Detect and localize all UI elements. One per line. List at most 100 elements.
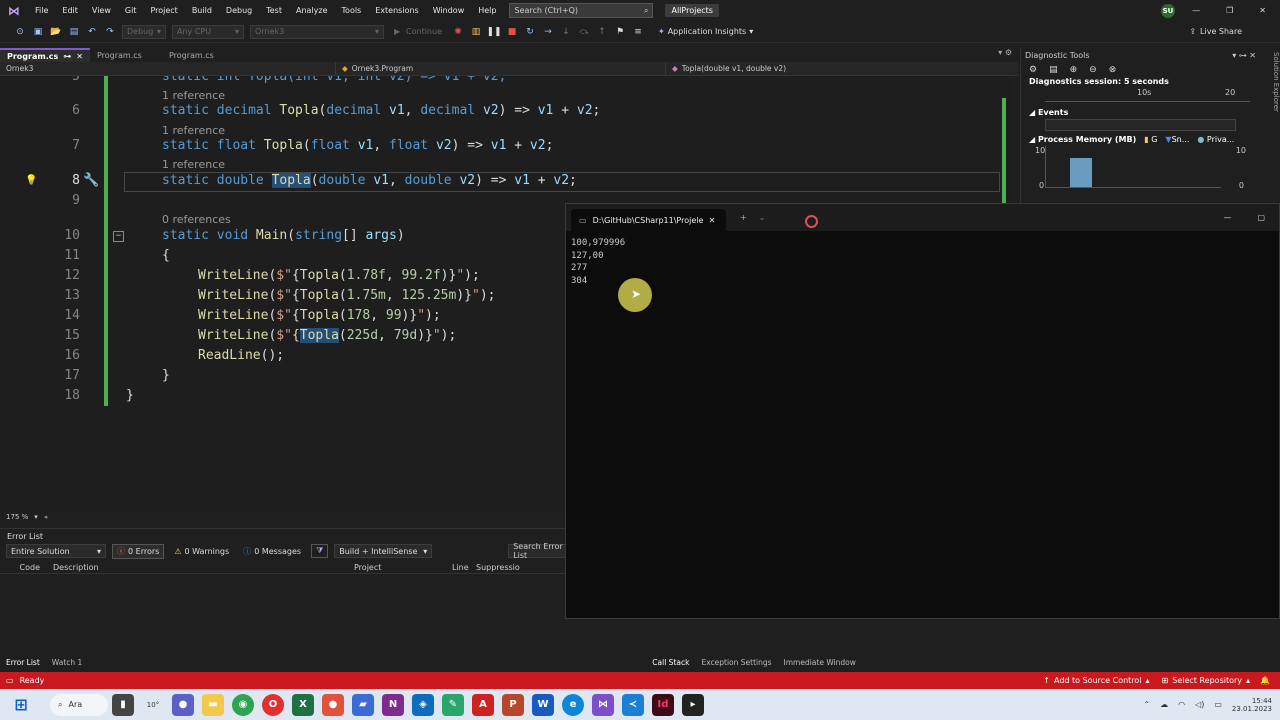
windows-start-icon[interactable]: ⊞ [10,694,32,716]
codelens-reference[interactable]: 1 reference [162,89,225,102]
step-into-icon[interactable]: ↓ [560,26,572,38]
folder-app-icon[interactable]: ▰ [352,693,374,716]
console-window[interactable]: ▭ D:\GitHub\CSharp11\Projeleri ✕ + ⌄ — ▢… [565,203,1280,619]
redo-icon[interactable]: ↷ [104,26,116,38]
menu-debug[interactable]: Debug [219,6,259,15]
column-line[interactable]: Line [452,563,476,572]
taskbar-search[interactable]: ⌕ Ara [50,693,108,716]
menu-file[interactable]: File [28,6,55,15]
tab-program-cs-active[interactable]: Program.cs ⊶ ✕ [0,48,90,62]
minimize-icon[interactable]: — [1223,213,1231,222]
collapse-icon[interactable]: − [113,231,124,242]
tab-exception-settings[interactable]: Exception Settings [695,658,777,667]
new-item-icon[interactable]: ▣ [32,26,44,38]
column-description[interactable]: Description [43,563,354,572]
warnings-filter-button[interactable]: ⚠ 0 Warnings [170,546,233,557]
new-tab-icon[interactable]: + [740,213,747,222]
show-next-statement-icon[interactable]: → [542,26,554,38]
vscode-icon[interactable]: ≺ [622,693,644,716]
zoom-in-icon[interactable]: ⊕ [1070,65,1078,75]
file-explorer-icon[interactable]: ▬ [202,693,224,716]
select-tools-icon[interactable]: ▤ [1049,65,1058,75]
menu-project[interactable]: Project [143,6,184,15]
screwdriver-icon[interactable]: 🔧 [83,173,99,188]
build-filter-dropdown[interactable]: Build + IntelliSense ▾ [334,544,433,558]
zoom-level[interactable]: 175 % [6,513,28,521]
comment-icon[interactable]: ≡ [632,26,644,38]
pause-icon[interactable]: ❚❚ [486,26,501,38]
onedrive-icon[interactable]: ☁ [1160,700,1168,709]
codelens-reference[interactable]: 1 reference [162,158,225,171]
codelens-reference[interactable]: 1 reference [162,124,225,137]
menu-analyze[interactable]: Analyze [289,6,335,15]
close-icon[interactable]: ✕ [709,216,716,225]
continue-button[interactable]: ▶ Continue [390,25,446,39]
console-tab[interactable]: ▭ D:\GitHub\CSharp11\Projeleri ✕ [571,209,726,231]
project-nav-dropdown[interactable]: Ornek3 [0,62,336,75]
task-view-icon[interactable]: ▮ [112,693,134,716]
wifi-icon[interactable]: ◠ [1178,700,1185,709]
collapse-icon[interactable]: ◢ [1029,135,1038,144]
menu-git[interactable]: Git [118,6,144,15]
acrobat-icon[interactable]: A [472,693,494,716]
tab-watch-1[interactable]: Watch 1 [46,658,89,667]
restart-icon[interactable]: ↻ [524,26,536,38]
notepad-icon[interactable]: ✎ [442,693,464,716]
startup-project-dropdown[interactable]: Ornek3 ▾ [250,24,384,39]
live-share-button[interactable]: ⇪ Live Share [1189,27,1242,36]
class-nav-dropdown[interactable]: ◆ Ornek3.Program [336,62,666,75]
security-app-icon[interactable]: ◈ [412,693,434,716]
tab-program-cs-3[interactable]: Program.cs [162,48,221,62]
column-suppression[interactable]: Suppressio [476,563,520,572]
opera-icon[interactable]: O [262,693,284,716]
lightbulb-icon[interactable]: 💡 [25,175,37,186]
column-project[interactable]: Project [354,563,452,572]
scope-dropdown[interactable]: Entire Solution ▾ [6,544,106,558]
configuration-dropdown[interactable]: Debug ▾ [122,24,166,39]
menu-tools[interactable]: Tools [335,6,369,15]
volume-icon[interactable]: ◁) [1195,700,1204,709]
scroll-left-icon[interactable]: ◂ [44,513,48,521]
menu-extensions[interactable]: Extensions [368,6,425,15]
excel-icon[interactable]: X [292,693,314,716]
undo-icon[interactable]: ↶ [86,26,98,38]
column-code[interactable]: Code [0,563,43,572]
browse-icon[interactable]: ▥ [470,26,482,38]
events-track[interactable] [1045,119,1236,131]
avatar[interactable]: SU [1161,4,1175,18]
chevron-up-icon[interactable]: ⌃ [1143,700,1150,709]
select-repository-button[interactable]: ⊞ Select Repository ▴ [1162,676,1250,685]
chevron-down-icon[interactable]: ⌄ [759,213,766,222]
indesign-icon[interactable]: Id [652,693,674,716]
minimize-icon[interactable]: — [1192,6,1200,15]
filter-icon[interactable]: ⧩ [311,544,329,558]
chevron-down-icon[interactable]: ▾ [34,513,38,521]
search-input[interactable]: Search (Ctrl+Q) ⌕ [509,3,654,18]
tab-overflow-icon[interactable]: ▾ ⚙ [998,48,1018,62]
battery-icon[interactable]: ▭ [1214,700,1222,709]
stop-icon[interactable]: ■ [506,26,518,38]
menu-test[interactable]: Test [259,6,289,15]
screen-recorder-icon[interactable]: ● [322,693,344,716]
hot-reload-icon[interactable]: ✺ [452,26,464,38]
close-icon[interactable]: ✕ [76,52,83,61]
maximize-icon[interactable]: ▢ [1257,213,1265,222]
add-to-source-control-button[interactable]: ↑ Add to Source Control ▴ [1043,676,1149,685]
tab-immediate-window[interactable]: Immediate Window [778,658,862,667]
onenote-icon[interactable]: N [382,693,404,716]
weather-widget[interactable]: 10° [142,694,164,716]
memory-graph[interactable]: 10 0 10 0 [1021,146,1260,192]
menu-build[interactable]: Build [185,6,219,15]
settings-icon[interactable]: ⚙ [1029,65,1037,75]
step-out-icon[interactable]: ↑ [596,26,608,38]
save-icon[interactable]: ▤ [68,26,80,38]
back-forward-icon[interactable]: ⊙ [14,26,26,38]
restore-icon[interactable]: ❐ [1226,6,1233,15]
timeline-ruler[interactable]: 10s 20 [1045,88,1250,102]
close-icon[interactable]: ✕ [1259,6,1266,15]
open-icon[interactable]: 📂 [50,26,62,38]
clock[interactable]: 15:44 23.01.2023 [1232,697,1272,713]
notifications-icon[interactable]: 🔔 [1260,676,1270,685]
messages-filter-button[interactable]: ⓘ 0 Messages [239,545,305,558]
collapse-icon[interactable]: ◢ [1029,108,1038,117]
